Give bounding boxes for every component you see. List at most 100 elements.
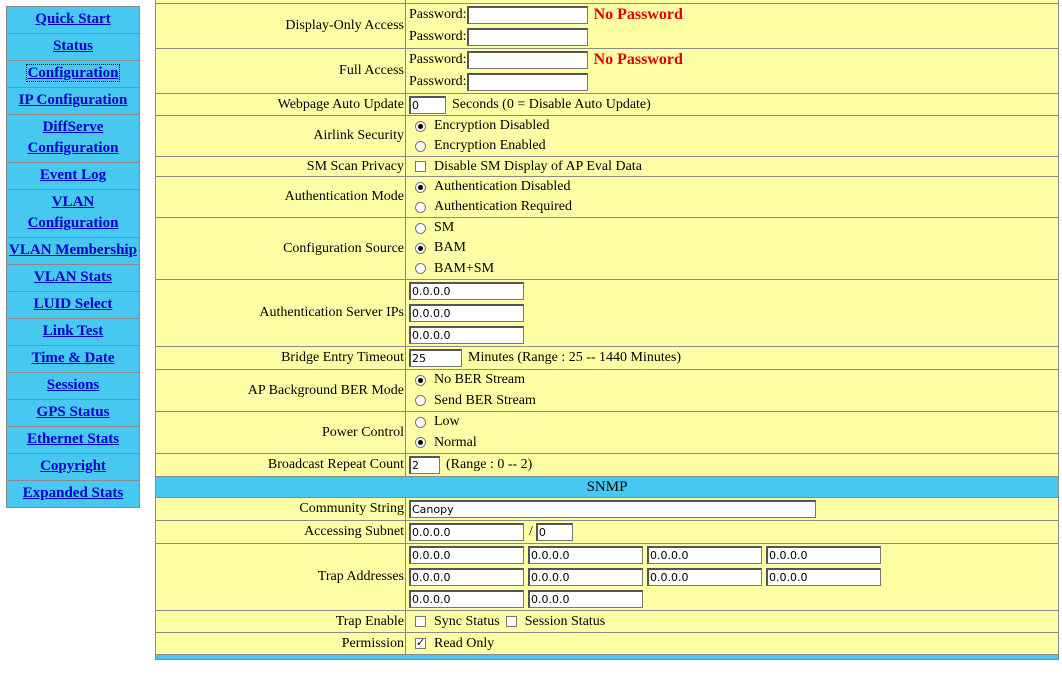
encryption-disabled-radio[interactable] [415, 120, 426, 132]
sync-status-checkbox[interactable] [415, 616, 426, 627]
broadcast-repeat-count-input[interactable] [409, 456, 440, 474]
bridge-entry-timeout-hint: Minutes (Range : 25 -- 1440 Minutes) [468, 350, 682, 365]
authentication-required-label: Authentication Required [434, 199, 573, 214]
nav-link-vlan-stats[interactable]: VLAN Stats [34, 269, 112, 285]
auth-server-ip-3-input[interactable] [409, 326, 524, 344]
row-display-only-access: Display-Only Access Password: No Password… [155, 3, 1059, 49]
nav-link-vlan-configuration[interactable]: VLAN Configuration [28, 194, 119, 231]
encryption-disabled-label: Encryption Disabled [434, 118, 550, 133]
trap-address-4-input[interactable] [766, 546, 881, 564]
community-string-label: Community String [155, 497, 406, 521]
auth-server-ip-1-input[interactable] [409, 282, 524, 300]
nav-item-time-date: Time & Date [7, 346, 139, 373]
sm-scan-privacy-checkbox[interactable] [415, 161, 426, 172]
nav-link-diffserve-configuration[interactable]: DiffServe Configuration [28, 119, 119, 156]
read-only-checkbox[interactable]: ✓ [415, 638, 426, 649]
nav-item-sessions: Sessions [7, 373, 139, 400]
trap-address-2-input[interactable] [528, 546, 643, 564]
nav-item-event-log: Event Log [7, 163, 139, 190]
nav-link-copyright[interactable]: Copyright [40, 458, 106, 474]
session-status-label: Session Status [524, 613, 606, 629]
accessing-subnet-mask-input[interactable] [535, 523, 573, 541]
config-source-bam-sm-radio[interactable] [415, 263, 426, 274]
nav-link-configuration[interactable]: Configuration [25, 64, 121, 82]
full-access-password-confirm-field[interactable] [466, 73, 588, 91]
full-access-password-field[interactable] [466, 51, 588, 69]
power-low-radio[interactable] [415, 416, 426, 428]
nav-link-link-test[interactable]: Link Test [43, 323, 103, 339]
bridge-entry-timeout-label: Bridge Entry Timeout [155, 346, 406, 370]
webpage-auto-update-hint: Seconds (0 = Disable Auto Update) [452, 96, 651, 112]
nav-item-link-test: Link Test [7, 319, 139, 346]
row-bridge-entry-timeout: Bridge Entry Timeout Minutes (Range : 25… [155, 346, 1059, 370]
no-ber-stream-radio[interactable] [415, 374, 426, 386]
trap-address-6-input[interactable] [528, 568, 643, 586]
authentication-disabled-label: Authentication Disabled [434, 179, 571, 194]
send-ber-stream-radio[interactable] [415, 395, 426, 406]
permission-label: Permission [155, 632, 406, 655]
config-source-bam-label: BAM [434, 240, 466, 255]
row-accessing-subnet: Accessing Subnet / [155, 520, 1059, 544]
password-label: Password: [409, 52, 467, 67]
bridge-entry-timeout-input[interactable] [409, 349, 462, 367]
snmp-section-title: SNMP [155, 476, 1059, 498]
config-source-sm-label: SM [434, 220, 455, 235]
display-only-password-field[interactable] [466, 6, 588, 24]
trap-address-8-input[interactable] [766, 568, 881, 586]
auth-server-ip-2-input[interactable] [409, 304, 524, 322]
webpage-auto-update-label: Webpage Auto Update [155, 93, 406, 116]
nav-link-quick-start[interactable]: Quick Start [35, 11, 110, 27]
authentication-disabled-radio[interactable] [415, 181, 426, 193]
nav-item-quick-start: Quick Start [7, 7, 139, 34]
trap-address-7-input[interactable] [647, 568, 762, 586]
authentication-required-radio[interactable] [415, 201, 426, 213]
broadcast-repeat-count-label: Broadcast Repeat Count [155, 453, 406, 477]
row-ap-background-ber-mode: AP Background BER Mode No BER Stream Sen… [155, 369, 1059, 412]
nav-link-luid-select[interactable]: LUID Select [34, 296, 113, 312]
row-sm-scan-privacy: SM Scan Privacy Disable SM Display of AP… [155, 156, 1059, 177]
config-source-sm-radio[interactable] [415, 222, 426, 234]
nav-link-time-date[interactable]: Time & Date [31, 350, 114, 366]
row-authentication-mode: Authentication Mode Authentication Disab… [155, 176, 1059, 218]
nav-link-event-log[interactable]: Event Log [40, 167, 106, 183]
display-only-password-confirm-field[interactable] [466, 28, 588, 46]
config-source-bam-radio[interactable] [415, 242, 426, 254]
power-normal-label: Normal [434, 434, 477, 450]
nav-link-vlan-membership[interactable]: VLAN Membership [9, 242, 137, 258]
trap-address-3-input[interactable] [647, 546, 762, 564]
trap-address-1-input[interactable] [409, 546, 524, 564]
nav-link-expanded-stats[interactable]: Expanded Stats [23, 485, 123, 501]
session-status-checkbox[interactable] [505, 616, 517, 627]
nav-link-sessions[interactable]: Sessions [47, 377, 100, 393]
row-permission: Permission ✓ Read Only [155, 632, 1059, 655]
nav-link-ip-configuration[interactable]: IP Configuration [19, 92, 128, 108]
row-configuration-source: Configuration Source SM BAM BAM+SM [155, 217, 1059, 280]
encryption-enabled-radio[interactable] [415, 140, 426, 152]
nav-item-diffserve-configuration: DiffServe Configuration [7, 115, 139, 163]
trap-enable-label: Trap Enable [155, 610, 406, 633]
nav-item-configuration: Configuration [7, 61, 139, 88]
nav-link-gps-status[interactable]: GPS Status [37, 404, 110, 420]
no-ber-stream-label: No BER Stream [434, 372, 525, 387]
read-only-label: Read Only [434, 635, 495, 651]
row-community-string: Community String [155, 497, 1059, 521]
nav-item-expanded-stats: Expanded Stats [7, 481, 139, 507]
power-low-label: Low [434, 414, 460, 429]
nav-link-status[interactable]: Status [53, 38, 93, 54]
nav-item-copyright: Copyright [7, 454, 139, 481]
next-section-header-clipped [155, 654, 1059, 660]
row-power-control: Power Control Low Normal [155, 411, 1059, 454]
power-normal-radio[interactable] [415, 437, 426, 448]
row-webpage-auto-update: Webpage Auto Update Seconds (0 = Disable… [155, 93, 1059, 116]
nav-link-ethernet-stats[interactable]: Ethernet Stats [27, 431, 119, 447]
accessing-subnet-label: Accessing Subnet [155, 520, 406, 544]
trap-address-9-input[interactable] [409, 590, 524, 608]
trap-address-5-input[interactable] [409, 568, 524, 586]
full-access-label: Full Access [155, 48, 406, 94]
encryption-enabled-label: Encryption Enabled [434, 138, 546, 153]
accessing-subnet-input[interactable] [409, 523, 524, 541]
webpage-auto-update-input[interactable] [409, 95, 446, 114]
trap-address-10-input[interactable] [528, 590, 643, 608]
nav-item-ip-configuration: IP Configuration [7, 88, 139, 115]
community-string-input[interactable] [409, 500, 816, 518]
